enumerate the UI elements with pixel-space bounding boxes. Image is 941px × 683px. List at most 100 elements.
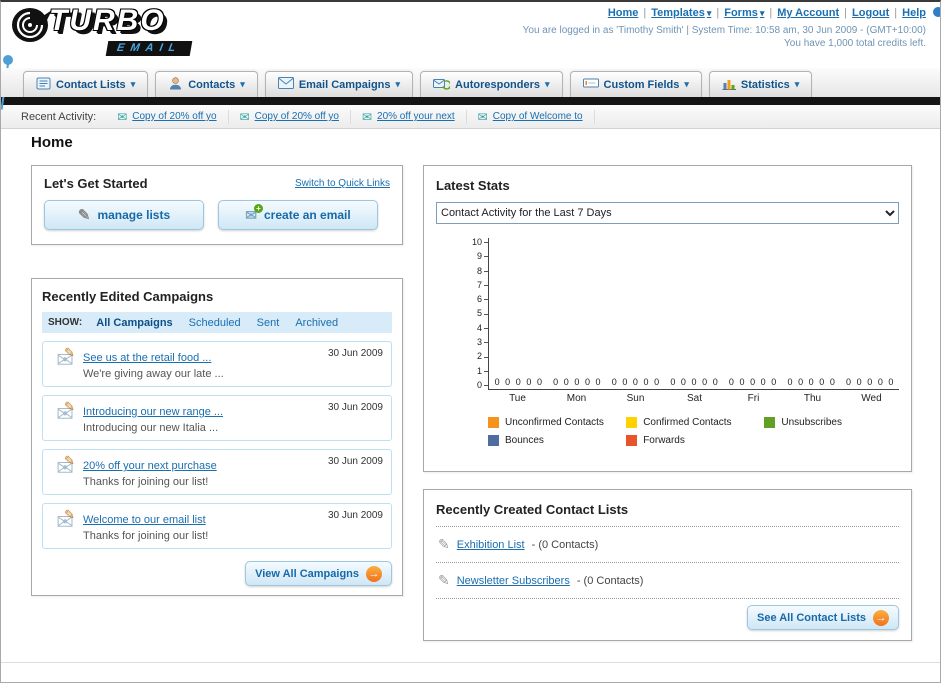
campaign-subtitle: Thanks for joining our list! [83,476,209,488]
manage-lists-button[interactable]: ✎ manage lists [44,200,204,230]
legend-item: Confirmed Contacts [626,417,764,428]
nav-separator: | [716,7,720,19]
header: TURBO EMAIL Home | Templates ▾ | Forms ▾ |… [1,2,940,110]
chart-legend: Unconfirmed Contacts Confirmed Contacts … [488,417,903,453]
campaign-filterbar: SHOW: All Campaigns Scheduled Sent Archi… [42,312,392,333]
tab-contact-lists[interactable]: Contact Lists ▾ [23,71,149,97]
chevron-down-icon: ▾ [759,7,765,18]
page-title: Home [31,134,73,151]
filter-scheduled[interactable]: Scheduled [181,315,249,331]
tab-label: Contact Lists [56,78,126,91]
tab-custom-fields[interactable]: Custom Fields ▾ [569,71,702,97]
campaign-subtitle: Introducing our new Italia ... [83,422,219,434]
campaign-date: 30 Jun 2009 [327,456,383,467]
x-tick-label: Sun [626,393,645,404]
chevron-down-icon: ▾ [706,7,712,18]
logo-primary-text: TURBO [49,4,166,37]
y-tick-label: 9 [466,252,488,261]
campaign-row: ✉ ✎ Welcome to our email list Thanks for … [42,503,392,549]
recent-activity-item[interactable]: ✉ 20% off your next [351,109,467,124]
chevron-down-icon: ▾ [545,79,550,89]
get-started-title: Let's Get Started [44,176,148,191]
autoresponders-icon [433,76,452,93]
recent-activity-item[interactable]: ✉ Copy of Welcome to [467,109,595,124]
legend-swatch-unsubscribes [764,417,776,428]
campaign-link[interactable]: Introducing our new range ... [83,406,223,418]
nav-link-logout[interactable]: Logout [852,7,889,19]
y-tick-label: 6 [466,295,488,304]
y-tick-label: 1 [466,366,488,376]
campaign-envelope-icon: ✉ ✎ [56,399,75,426]
divider-bar [1,97,940,105]
nav-link-help[interactable]: Help [902,7,926,19]
see-all-contact-lists-button[interactable]: See All Contact Lists → [746,605,899,630]
legend-swatch-forwards [626,435,638,446]
contact-list-link[interactable]: Exhibition List [457,539,525,551]
footer-divider [1,662,940,663]
recent-activity-bar: Recent Activity: ✉ Copy of 20% off yo ✉ … [1,105,940,129]
tab-email-campaigns[interactable]: Email Campaigns ▾ [264,71,414,97]
top-nav: Home | Templates ▾ | Forms ▾ | My Account … [608,7,926,19]
campaign-subtitle: Thanks for joining our list! [83,530,209,542]
campaign-link[interactable]: 20% off your next purchase [83,460,217,472]
tab-statistics[interactable]: Statistics ▾ [708,71,813,97]
chart-y-axis: 10 9 8 7 6 5 4 3 2 1 0 [466,238,488,390]
campaign-row: ✉ ✎ Introducing our new range ... Introdu… [42,395,392,441]
legend-item: Forwards [626,435,764,446]
create-email-button[interactable]: ✉ + create an email [218,200,378,230]
filter-archived[interactable]: Archived [287,315,346,331]
chart-x-axis-labels: Tue Mon Sun Sat Fri Thu Wed [488,393,901,404]
tab-autoresponders[interactable]: Autoresponders ▾ [420,71,563,97]
recent-activity-item[interactable]: ✉ Copy of 20% off yo [106,109,229,124]
pencil-icon: ✎ [438,572,450,588]
email-campaigns-icon [277,77,294,92]
legend-item: Unsubscribes [764,417,902,428]
y-tick-label: 2 [466,352,488,361]
recent-activity-item[interactable]: ✉ Copy of 20% off yo [229,109,351,124]
campaign-subtitle: We're giving away our late ... [83,368,224,380]
bar-value-group: 00000 [670,377,718,387]
view-all-campaigns-button[interactable]: View All Campaigns → [245,561,392,586]
nav-separator: | [894,7,898,19]
campaign-envelope-icon: ✉ ✎ [56,507,75,534]
chevron-down-icon: ▾ [684,79,689,89]
bar-value-group: 00000 [787,377,835,387]
chevron-down-icon: ▾ [130,79,136,89]
nav-link-templates[interactable]: Templates ▾ [651,7,711,19]
filter-all-campaigns[interactable]: All Campaigns [88,315,180,331]
stats-period-select[interactable]: Contact Activity for the Last 7 Days [436,202,899,224]
contact-list-row: ✎ Newsletter Subscribers - (0 Contacts) [436,563,899,599]
legend-swatch-bounces [488,435,499,446]
legend-item: Bounces [488,435,626,446]
tab-label: Statistics [740,78,790,91]
nav-separator: | [844,7,848,19]
main-nav-tabbar: Contact Lists ▾ Contacts ▾ Email Campaig… [1,68,940,97]
tab-label: Autoresponders [455,78,541,91]
campaign-link[interactable]: Welcome to our email list [83,514,206,526]
nav-link-my-account[interactable]: My Account [777,7,839,19]
legend-item: Unconfirmed Contacts [488,417,626,428]
nav-link-home[interactable]: Home [608,7,639,19]
show-label: SHOW: [48,317,83,328]
envelope-icon: ✉ [477,109,488,124]
chart-plot-area: 00000 00000 00000 00000 00000 00000 00000 [488,238,899,390]
tab-contacts[interactable]: Contacts ▾ [155,71,258,97]
latest-stats-title: Latest Stats [436,178,510,193]
nav-link-forms[interactable]: Forms ▾ [724,7,764,19]
pencil-icon: ✎ [77,207,91,224]
x-tick-label: Tue [509,393,526,404]
arrow-right-icon: → [366,565,382,582]
campaign-date: 30 Jun 2009 [327,402,383,413]
contact-list-link[interactable]: Newsletter Subscribers [457,575,570,587]
campaign-link[interactable]: See us at the retail food ... [83,352,211,364]
campaign-row: ✉ ✎ 20% off your next purchase Thanks for… [42,449,392,495]
filter-sent[interactable]: Sent [249,315,288,331]
tab-label: Custom Fields [603,78,680,91]
campaigns-title: Recently Edited Campaigns [42,289,214,304]
y-tick-label: 3 [466,338,488,347]
envelope-icon: ✉ [117,109,128,124]
switch-quick-links-link[interactable]: Switch to Quick Links [295,178,390,189]
campaign-envelope-icon: ✉ ✎ [56,453,75,480]
y-tick-label: 4 [466,323,488,333]
envelope-icon: ✉ [239,109,250,124]
